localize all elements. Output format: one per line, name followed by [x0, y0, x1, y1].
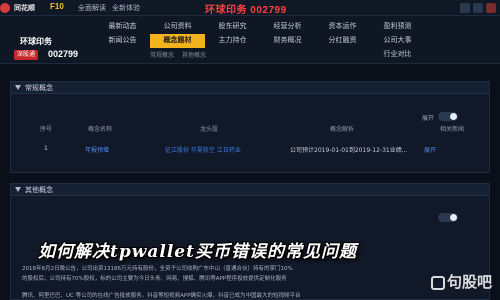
- col-analysis: 概念解析: [330, 126, 355, 133]
- menu-item-new-experience[interactable]: 全新体验: [112, 3, 140, 13]
- nav-company-events[interactable]: 公司大事: [370, 34, 425, 48]
- expand-toggle-label: 展开: [422, 115, 435, 122]
- nav-shareholders[interactable]: 股东研究: [205, 20, 260, 34]
- brand-tag: F10: [50, 2, 64, 11]
- overlay-headline: 如何解决tpwallet买币错误的常见问题: [38, 242, 357, 262]
- nav-latest-news[interactable]: 最新动态: [95, 20, 150, 34]
- stock-name: 环球印务: [20, 37, 52, 46]
- panel-title: 常规概念: [25, 84, 53, 92]
- nav-concepts[interactable]: 概念题材: [150, 34, 205, 48]
- close-icon[interactable]: [486, 3, 496, 13]
- subnav-other-concepts[interactable]: 其他概念: [182, 50, 206, 59]
- sub-nav: 常规概念 其他概念: [150, 50, 206, 59]
- nav-business-analysis[interactable]: 经营分析: [260, 20, 315, 34]
- row-concept-link[interactable]: 年报预增: [85, 145, 109, 154]
- title-bar: 同花顺 F10 全面解读 全新体验 环球印务 002799: [0, 0, 500, 16]
- panel-header: 其他概念: [11, 184, 489, 196]
- table-header: 序号 概念名称 龙头股 概念解析 相关新闻: [10, 122, 490, 134]
- maximize-icon[interactable]: [473, 3, 483, 13]
- subnav-regular-concepts[interactable]: 常规概念: [150, 50, 174, 59]
- top-menu: 全面解读 全新体验: [78, 3, 140, 13]
- menu-item-full-interpretation[interactable]: 全面解读: [78, 3, 106, 13]
- panel-header: 常规概念: [11, 82, 489, 94]
- row-leaders-links[interactable]: 征江股份 华夏航空 江日药业: [165, 145, 241, 154]
- table-row: 1 年报预增 征江股份 华夏航空 江日药业 公司预计2019-01-01到201…: [10, 143, 490, 155]
- nav-capital-operation[interactable]: 资本运作: [315, 20, 370, 34]
- col-index: 序号: [40, 126, 53, 133]
- nav-industry-compare[interactable]: 行业对比: [370, 48, 425, 60]
- expand-toggle[interactable]: [438, 112, 458, 121]
- row-index: 1: [44, 145, 48, 152]
- brand-logo-icon: [0, 3, 10, 13]
- status-badge: 深股通: [14, 50, 39, 60]
- watermark-text: 句股吧: [446, 274, 492, 291]
- row-analysis: 公司预计2019-01-01到2019-12-31业绩...: [290, 147, 408, 154]
- watermark-icon: [430, 276, 445, 291]
- nav-dividends[interactable]: 分红融资: [315, 34, 370, 48]
- brand-name: 同花顺: [14, 5, 35, 12]
- col-leaders: 龙头股: [200, 126, 219, 133]
- watermark: 句股吧: [430, 271, 492, 292]
- nav-earnings-forecast[interactable]: 盈利预测: [370, 20, 425, 34]
- f10-nav: 最新动态 公司资料 股东研究 经营分析 资本运作 盈利预测 新闻公告 概念题材 …: [95, 20, 425, 60]
- nav-company-info[interactable]: 公司资料: [150, 20, 205, 34]
- nav-financial-overview[interactable]: 财务概况: [260, 34, 315, 48]
- minimize-icon[interactable]: [460, 3, 470, 13]
- news-line: 腾讯、阿里巴巴、UC 等公司的在线广告投放服务。抖音等短视频APP确实火爆，抖音…: [22, 293, 301, 299]
- panel-title: 其他概念: [25, 186, 53, 194]
- window-title: 环球印务 002799: [205, 5, 287, 16]
- stock-code: 002799: [48, 49, 79, 59]
- col-concept-name: 概念名称: [88, 126, 113, 133]
- expand-toggle[interactable]: [438, 213, 458, 222]
- nav-announcements[interactable]: 新闻公告: [95, 34, 150, 48]
- col-news: 相关新闻: [440, 126, 465, 133]
- collapse-arrow-icon[interactable]: [15, 85, 21, 90]
- window-controls: [460, 3, 496, 13]
- news-line: 2018年8月2日晚公告，公司出资13186万元持有股份，全资子公司收购广东中山…: [22, 266, 293, 272]
- nav-main-holdings[interactable]: 主力持仓: [205, 34, 260, 48]
- row-expand-link[interactable]: 展开: [424, 145, 436, 154]
- collapse-arrow-icon[interactable]: [15, 187, 21, 192]
- news-line: 的股权后，公司持有70%股权，标的公司主要为今日头条、网易、搜狐、腾讯等APP程…: [22, 276, 287, 282]
